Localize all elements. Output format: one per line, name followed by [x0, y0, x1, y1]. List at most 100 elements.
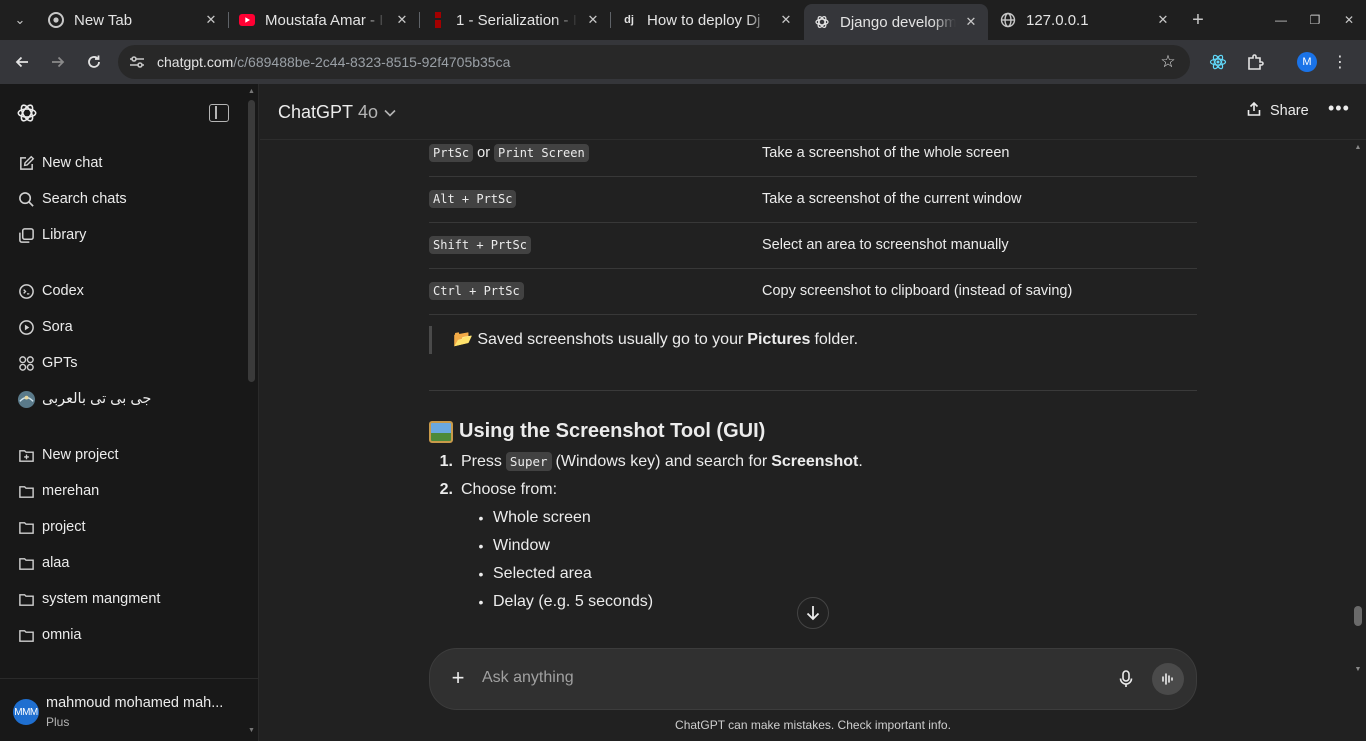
prompt-input[interactable]: Ask anything [482, 669, 574, 687]
restore-button[interactable]: ❐ [1300, 8, 1330, 32]
step-text: . [858, 452, 863, 470]
list-item: 1. Press Super (Windows key) and search … [429, 452, 863, 471]
divider [429, 390, 1197, 391]
reload-button[interactable] [81, 49, 107, 75]
sidebar-item-new-project[interactable]: New project [8, 438, 240, 472]
sidebar-scrollbar[interactable] [248, 100, 255, 382]
browser-tab[interactable]: New Tab ✕ [38, 4, 228, 36]
sidebar-item-codex[interactable]: Codex [8, 274, 240, 308]
sora-icon [16, 317, 36, 337]
model-name: ChatGPT [278, 102, 354, 122]
option-text: Delay (e.g. 5 seconds) [493, 593, 654, 610]
close-tab-icon[interactable]: ✕ [962, 13, 980, 31]
bullet-icon: • [478, 538, 484, 554]
browser-tab-active[interactable]: Django developm ✕ [804, 4, 988, 40]
shortcut-description: Select an area to screenshot manually [762, 222, 1197, 269]
sidebar-toggle-icon[interactable] [209, 104, 229, 122]
browser-tab[interactable]: Moustafa Amar - I ✕ [229, 4, 419, 36]
share-button[interactable]: Share [1246, 101, 1309, 121]
close-tab-icon[interactable]: ✕ [584, 11, 602, 29]
model-picker[interactable]: ChatGPT 4o [278, 102, 396, 123]
step-bold: Screenshot [771, 452, 859, 470]
folder-icon [16, 553, 36, 573]
sidebar-item-label: جى بى تى بالعربى [42, 391, 152, 407]
sidebar-item-label: merehan [42, 483, 100, 499]
new-folder-icon [16, 445, 36, 465]
close-tab-icon[interactable]: ✕ [202, 11, 220, 29]
tab-search-chevron-icon[interactable]: ⌄ [8, 8, 32, 32]
share-icon [1246, 101, 1262, 121]
add-attachment-button[interactable]: + [446, 665, 470, 690]
browser-tab[interactable]: dj How to deploy Dj ✕ [611, 4, 803, 36]
page-scroll-up-arrow[interactable]: ▲ [1353, 144, 1363, 151]
sidebar-project-item[interactable]: omnia [8, 618, 240, 652]
chatgpt-icon [814, 14, 830, 30]
forward-button[interactable] [45, 49, 71, 75]
sidebar-project-item[interactable]: merehan [8, 474, 240, 508]
step-text: Choose from: [461, 481, 558, 498]
quote-text: folder. [814, 331, 859, 348]
globe-icon [1000, 12, 1016, 28]
shortcut-table: PrtSc or Print Screen Take a screenshot of… [429, 140, 1197, 315]
message-composer[interactable]: + Ask anything [429, 648, 1197, 710]
minimize-button[interactable]: — [1266, 8, 1296, 32]
scroll-to-bottom-button[interactable] [797, 597, 829, 629]
voice-mode-button[interactable] [1152, 663, 1184, 695]
sidebar-item-label: New project [42, 447, 119, 463]
sidebar-item-label: omnia [42, 627, 82, 643]
browser-tab[interactable]: 1 - Serialization - I ✕ [420, 4, 610, 36]
avatar: MMM [13, 699, 39, 725]
more-options-icon[interactable]: ••• [1328, 98, 1350, 119]
arrow-right-icon [52, 56, 65, 68]
sidebar-item-label: GPTs [42, 355, 78, 371]
arrow-down-icon [806, 606, 820, 621]
youtube-icon [239, 12, 255, 28]
profile-avatar-button[interactable]: M [1297, 52, 1317, 72]
edit-icon [16, 153, 36, 173]
sidebar-project-item[interactable]: project [8, 510, 240, 544]
list-item: • Whole screen [469, 509, 591, 527]
sidebar-scroll-up-arrow[interactable]: ▲ [247, 88, 256, 97]
sidebar-project-item[interactable]: alaa [8, 546, 240, 580]
close-tab-icon[interactable]: ✕ [393, 11, 411, 29]
chat-header: ChatGPT 4o Share ••• [260, 84, 1366, 140]
browser-tab[interactable]: 127.0.0.1 ✕ [990, 4, 1180, 36]
url-text[interactable]: chatgpt.com/c/689488be-2c44-8323-8515-92… [157, 54, 510, 70]
sidebar-item-label: Codex [42, 283, 84, 299]
drf-icon [430, 12, 446, 28]
openai-logo-icon[interactable] [16, 102, 38, 124]
search-icon [16, 189, 36, 209]
step-text: (Windows key) and search for [555, 452, 768, 470]
microphone-icon[interactable] [1116, 669, 1136, 689]
page-scroll-down-arrow[interactable]: ▼ [1353, 666, 1363, 673]
new-tab-button[interactable]: + [1186, 8, 1210, 32]
page-scrollbar[interactable] [1354, 606, 1362, 626]
react-devtools-icon[interactable] [1207, 51, 1229, 73]
close-tab-icon[interactable]: ✕ [777, 11, 795, 29]
browser-menu-icon[interactable]: ⋮ [1329, 51, 1351, 73]
back-button[interactable] [9, 49, 35, 75]
sidebar-item-new-chat[interactable]: New chat [8, 146, 240, 180]
sidebar-item-gpts[interactable]: GPTs [8, 346, 240, 380]
quote-bold: Pictures [747, 331, 811, 348]
sidebar-item-search-chats[interactable]: Search chats [8, 182, 240, 216]
framed-picture-icon [429, 420, 453, 443]
sidebar-item-label: system mangment [42, 591, 161, 607]
sidebar-item-sora[interactable]: Sora [8, 310, 240, 344]
sidebar-item-library[interactable]: Library [8, 218, 240, 252]
close-tab-icon[interactable]: ✕ [1154, 11, 1172, 29]
sidebar-item-label: alaa [42, 555, 70, 571]
extensions-puzzle-icon[interactable] [1244, 51, 1266, 73]
gpts-icon [16, 353, 36, 373]
site-info-icon[interactable] [128, 53, 146, 71]
disclaimer-text: ChatGPT can make mistakes. Check importa… [675, 718, 951, 732]
bookmark-star-icon[interactable]: ☆ [1158, 52, 1178, 72]
sidebar-item-custom-gpt[interactable]: جى بى تى بالعربى [8, 382, 240, 416]
close-window-button[interactable]: ✕ [1334, 8, 1364, 32]
sidebar-project-item[interactable]: system mangment [8, 582, 240, 616]
django-icon: dj [624, 14, 634, 26]
user-account-menu[interactable]: MMM mahmoud mohamed mah... Plus [0, 678, 259, 741]
address-bar[interactable]: chatgpt.com/c/689488be-2c44-8323-8515-92… [118, 45, 1190, 79]
table-row: Alt + PrtSc Take a screenshot of the cur… [429, 176, 1197, 223]
main-panel: ChatGPT 4o Share ••• PrtSc or Print Screen… [260, 84, 1366, 741]
